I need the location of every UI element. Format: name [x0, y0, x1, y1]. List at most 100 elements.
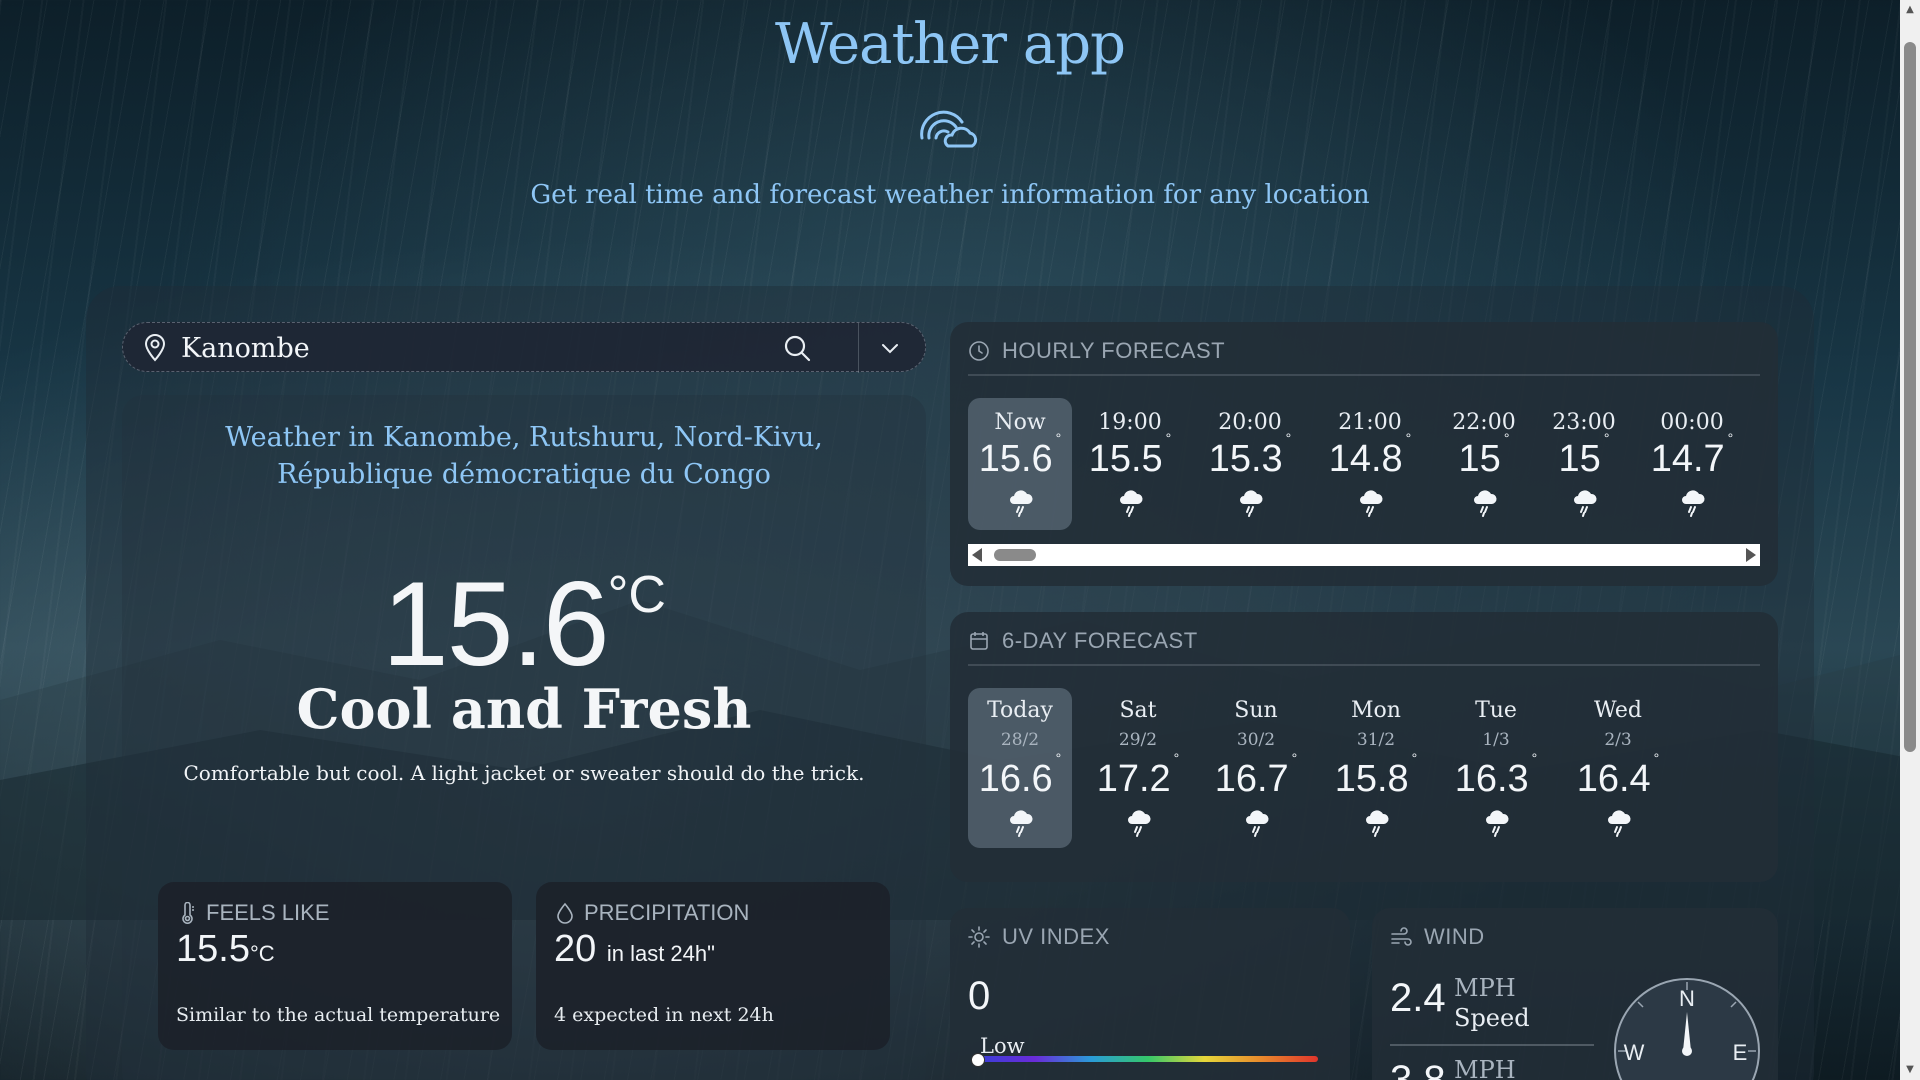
feels-like-note: Similar to the actual temperature — [176, 1004, 501, 1026]
hourly-scroll-thumb[interactable] — [994, 549, 1036, 561]
daily-day-name: Today — [987, 698, 1053, 723]
chevron-down-icon[interactable] — [879, 337, 901, 359]
daily-date: 31/2 — [1356, 730, 1396, 750]
daily-temperature: 17.2 ° — [1096, 750, 1180, 800]
feels-like-card: FEELS LIKE 15.5°C Similar to the actual … — [158, 882, 512, 1050]
wind-speed-value: 2.4 — [1390, 976, 1446, 1020]
condition-description: Comfortable but cool. A light jacket or … — [183, 761, 865, 785]
hourly-item[interactable]: 23:00 15 ° — [1532, 398, 1636, 530]
daily-forecast-panel: 6-DAY FORECAST Today 28/2 16.6 ° Sat 29/2 17.2… — [950, 612, 1778, 882]
feels-like-value: 15.5°C — [176, 928, 275, 970]
hourly-forecast-panel: HOURLY FORECAST Now 15.6 ° 19:00 15.5 ° 20:00 1… — [950, 322, 1778, 586]
wind-title: WIND — [1424, 924, 1485, 949]
wind-speed-unit: MPH — [1454, 974, 1516, 1002]
wind-panel: WIND 2.4 MPH Speed 3.8 MPH N E W — [1372, 908, 1778, 1080]
search-icon[interactable] — [783, 334, 811, 362]
feels-like-label: FEELS LIKE — [206, 900, 330, 925]
search-divider — [858, 323, 859, 373]
uv-index-panel: UV INDEX 0 Low — [950, 908, 1350, 1080]
daily-day-name: Mon — [1351, 698, 1401, 723]
rain-icon — [1474, 490, 1497, 517]
condition-label: Cool and Fresh — [296, 677, 752, 741]
daily-item[interactable]: Sat 29/2 17.2 ° — [1086, 688, 1190, 848]
current-temperature: 15.6°C — [122, 555, 926, 693]
hourly-scroll-right-arrow[interactable] — [1746, 548, 1756, 562]
location-pin-icon — [144, 334, 166, 362]
location-search-input[interactable] — [181, 329, 741, 367]
daily-item[interactable]: Sun 30/2 16.7 ° — [1204, 688, 1308, 848]
daily-temperature: 16.6 ° — [978, 750, 1062, 800]
hourly-temperature: 15 ° — [1558, 430, 1610, 480]
hourly-divider — [968, 374, 1760, 376]
rain-icon — [1010, 490, 1033, 517]
wind-divider — [1390, 1044, 1594, 1046]
daily-temperature: 15.8 ° — [1334, 750, 1418, 800]
hourly-temperature: 15.5 ° — [1088, 430, 1172, 480]
hourly-item[interactable]: 00:00 14.7 ° — [1640, 398, 1744, 530]
hourly-temperature: 14.7 ° — [1650, 430, 1734, 480]
daily-day-name: Tue — [1475, 698, 1517, 723]
hourly-temperature: 15.3 ° — [1208, 430, 1292, 480]
daily-day-name: Sat — [1119, 698, 1157, 723]
hourly-item[interactable]: 22:00 15 ° — [1432, 398, 1536, 530]
uv-level-indicator — [971, 1053, 985, 1067]
rain-icon — [1360, 490, 1383, 517]
scroll-thumb[interactable] — [1904, 42, 1916, 752]
wind-compass: N E W — [1614, 978, 1760, 1080]
hourly-item[interactable]: 19:00 15.5 ° — [1078, 398, 1182, 530]
daily-item[interactable]: Wed 2/3 16.4 ° — [1566, 688, 1670, 848]
rain-icon — [1010, 810, 1033, 837]
uv-level-label: Low — [980, 1034, 1025, 1058]
daily-temperature: 16.3 ° — [1454, 750, 1538, 800]
uv-scale-bar — [978, 1056, 1318, 1062]
uv-index-title: UV INDEX — [1002, 924, 1110, 949]
uv-index-value: 0 — [968, 974, 991, 1018]
calendar-icon — [970, 632, 988, 650]
wind-gust-value: 3.8 — [1390, 1058, 1446, 1080]
hourly-item[interactable]: 20:00 15.3 ° — [1198, 398, 1302, 530]
hourly-forecast-title: HOURLY FORECAST — [1002, 338, 1226, 363]
rain-icon — [1120, 490, 1143, 517]
wind-gust-unit: MPH — [1454, 1056, 1516, 1080]
page-scrollbar[interactable]: ▲ ▼ — [1900, 0, 1920, 1080]
wind-speed-label: Speed — [1454, 1004, 1530, 1032]
precipitation-label: PRECIPITATION — [584, 900, 750, 925]
compass-west-label: W — [1624, 1040, 1645, 1065]
hourly-item[interactable]: Now 15.6 ° — [968, 398, 1072, 530]
page-subtitle: Get real time and forecast weather infor… — [530, 180, 1370, 210]
precipitation-note: 4 expected in next 24h — [554, 1004, 774, 1026]
daily-date: 29/2 — [1118, 730, 1158, 750]
daily-date: 30/2 — [1236, 730, 1276, 750]
compass-north-label: N — [1679, 986, 1695, 1011]
precipitation-card: PRECIPITATION 20 in last 24h" 4 expected… — [536, 882, 890, 1050]
hourly-time: 23:00 — [1552, 410, 1616, 435]
daily-date: 28/2 — [1000, 730, 1040, 750]
current-weather-card: Weather in Kanombe, Rutshuru, Nord-Kivu,… — [122, 395, 926, 1080]
daily-item[interactable]: Tue 1/3 16.3 ° — [1444, 688, 1548, 848]
scroll-up-arrow[interactable]: ▲ — [1900, 0, 1920, 20]
droplet-icon — [557, 902, 573, 924]
hourly-time: 22:00 — [1452, 410, 1516, 435]
weather-logo-icon — [920, 110, 978, 148]
precipitation-value: 20 in last 24h" — [554, 928, 715, 970]
clock-icon — [969, 341, 989, 361]
hourly-scrollbar[interactable] — [968, 544, 1760, 566]
daily-item[interactable]: Mon 31/2 15.8 ° — [1324, 688, 1428, 848]
rain-icon — [1240, 490, 1263, 517]
daily-date: 2/3 — [1604, 730, 1632, 750]
thermometer-icon — [182, 902, 194, 924]
daily-forecast-title: 6-DAY FORECAST — [1002, 628, 1198, 653]
rain-icon — [1682, 490, 1705, 517]
hourly-temperature: 14.8 ° — [1328, 430, 1412, 480]
hourly-scroll-left-arrow[interactable] — [972, 548, 982, 562]
daily-temperature: 16.4 ° — [1576, 750, 1660, 800]
daily-item[interactable]: Today 28/2 16.6 ° — [968, 688, 1072, 848]
wind-icon — [1391, 927, 1412, 946]
daily-temperature: 16.7 ° — [1214, 750, 1298, 800]
hourly-item[interactable]: 21:00 14.8 ° — [1318, 398, 1422, 530]
rain-icon — [1486, 810, 1509, 837]
scroll-down-arrow[interactable]: ▼ — [1900, 1060, 1920, 1080]
daily-day-name: Wed — [1594, 698, 1642, 723]
daily-date: 1/3 — [1482, 730, 1510, 750]
location-search-bar[interactable] — [122, 322, 926, 373]
